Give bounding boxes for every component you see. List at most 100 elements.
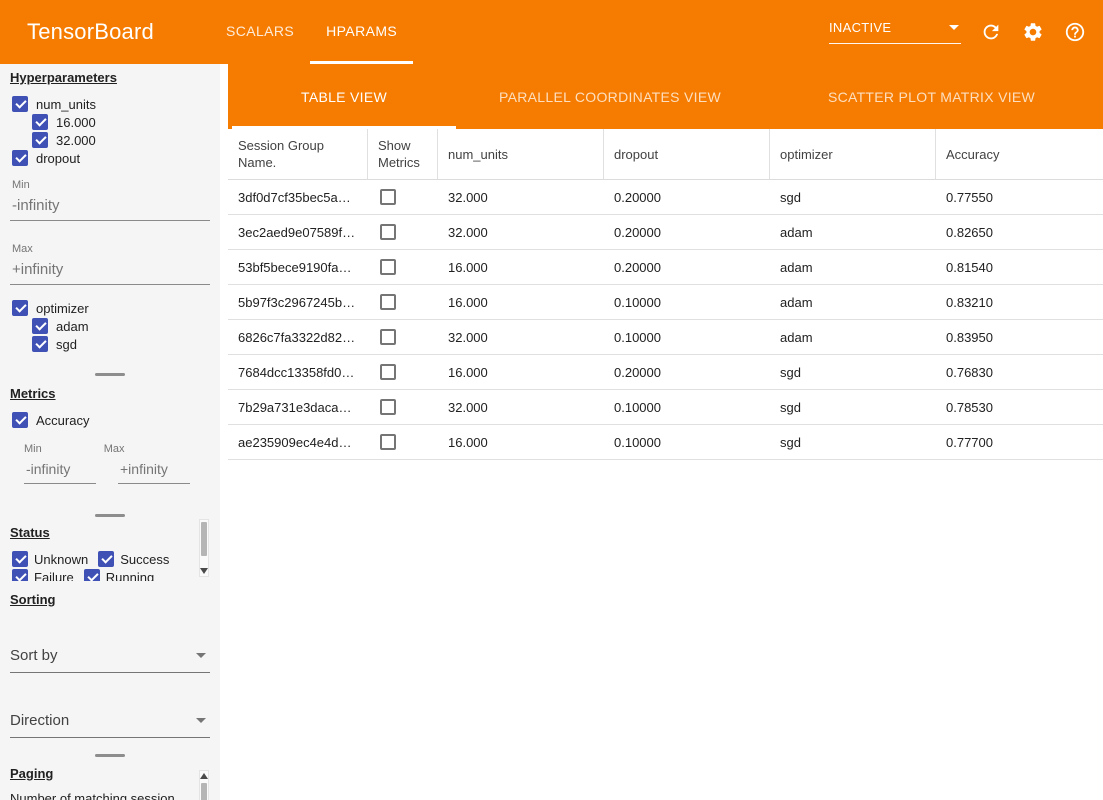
dropout-cell: 0.20000 xyxy=(604,215,770,249)
show-metrics-checkbox[interactable] xyxy=(380,189,396,205)
checkbox-num-units[interactable]: num_units xyxy=(12,95,220,113)
sort-by-dropdown[interactable]: Sort by xyxy=(10,647,210,673)
resize-handle[interactable] xyxy=(95,373,125,376)
top-tabs: SCALARS HPARAMS xyxy=(210,0,413,64)
show-metrics-checkbox[interactable] xyxy=(380,399,396,415)
checkbox-status-unknown[interactable]: Unknown xyxy=(12,550,88,568)
accuracy-cell: 0.77550 xyxy=(936,180,1103,214)
dropout-cell: 0.10000 xyxy=(604,285,770,319)
settings-icon[interactable] xyxy=(1021,20,1045,44)
status-scrollbar[interactable] xyxy=(199,519,209,577)
session-name-cell: 5b97f3c2967245b… xyxy=(228,285,368,319)
show-metrics-cell xyxy=(368,320,438,354)
checkbox-optimizer-sgd[interactable]: sgd xyxy=(32,335,220,353)
paging-heading: Paging xyxy=(10,766,220,781)
show-metrics-checkbox[interactable] xyxy=(380,364,396,380)
resize-handle[interactable] xyxy=(95,754,125,757)
scroll-down-arrow-icon[interactable] xyxy=(200,568,208,574)
show-metrics-cell xyxy=(368,215,438,249)
show-metrics-cell xyxy=(368,355,438,389)
checkbox-status-running[interactable]: Running xyxy=(84,568,154,581)
checked-checkbox-icon xyxy=(32,114,48,130)
dropout-min-input[interactable] xyxy=(10,195,210,221)
scroll-up-arrow-icon[interactable] xyxy=(200,773,208,779)
dropout-cell: 0.10000 xyxy=(604,390,770,424)
checkbox-label: sgd xyxy=(56,337,77,352)
metric-max-input[interactable] xyxy=(118,459,190,484)
show-metrics-checkbox[interactable] xyxy=(380,434,396,450)
checked-checkbox-icon xyxy=(12,150,28,166)
scrollbar-thumb[interactable] xyxy=(201,783,207,800)
optimizer-cell: adam xyxy=(770,320,936,354)
checkbox-status-success[interactable]: Success xyxy=(98,550,169,568)
show-metrics-checkbox[interactable] xyxy=(380,329,396,345)
checkbox-num-units-32[interactable]: 32.000 xyxy=(32,131,220,149)
checked-checkbox-icon xyxy=(12,412,28,428)
direction-dropdown[interactable]: Direction xyxy=(10,712,210,738)
metric-min-input[interactable] xyxy=(24,459,96,484)
sort-by-label: Sort by xyxy=(10,647,58,664)
checked-checkbox-icon xyxy=(12,300,28,316)
checked-checkbox-icon xyxy=(98,551,114,567)
metric-min-label: Min xyxy=(24,443,42,455)
checkbox-status-failure[interactable]: Failure xyxy=(12,568,74,581)
hparams-view-tabs: TABLE VIEW PARALLEL COORDINATES VIEW SCA… xyxy=(228,64,1103,129)
chevron-down-icon xyxy=(196,653,206,658)
show-metrics-checkbox[interactable] xyxy=(380,294,396,310)
tab-parallel-coordinates-view[interactable]: PARALLEL COORDINATES VIEW xyxy=(460,64,760,129)
optimizer-cell: sgd xyxy=(770,355,936,389)
dropout-min-label: Min xyxy=(12,179,220,191)
checkbox-label: adam xyxy=(56,319,89,334)
accuracy-cell: 0.78530 xyxy=(936,390,1103,424)
optimizer-cell: adam xyxy=(770,250,936,284)
checkbox-optimizer[interactable]: optimizer xyxy=(12,299,220,317)
tab-hparams[interactable]: HPARAMS xyxy=(310,0,413,64)
table-row: 5b97f3c2967245b… 16.000 0.10000 adam 0.8… xyxy=(228,285,1103,320)
scrollbar-thumb[interactable] xyxy=(201,522,207,556)
tab-table-view[interactable]: TABLE VIEW xyxy=(228,64,460,129)
hparams-sidebar: Hyperparameters num_units 16.000 32.000 … xyxy=(0,64,220,800)
paging-scrollbar[interactable] xyxy=(199,770,209,800)
top-app-bar: TensorBoard SCALARS HPARAMS INACTIVE xyxy=(0,0,1103,64)
checkbox-label: Running xyxy=(106,570,154,582)
show-metrics-cell xyxy=(368,425,438,459)
run-status-select[interactable]: INACTIVE xyxy=(829,20,961,44)
session-name-cell: ae235909ec4e4d… xyxy=(228,425,368,459)
checkbox-label: Failure xyxy=(34,570,74,582)
run-status-value: INACTIVE xyxy=(829,20,891,35)
checked-checkbox-icon xyxy=(12,569,28,581)
refresh-icon[interactable] xyxy=(979,20,1003,44)
topbar-actions: INACTIVE xyxy=(829,0,1087,64)
show-metrics-checkbox[interactable] xyxy=(380,224,396,240)
checked-checkbox-icon xyxy=(32,336,48,352)
checkbox-dropout[interactable]: dropout xyxy=(12,149,220,167)
hparams-main-panel: TABLE VIEW PARALLEL COORDINATES VIEW SCA… xyxy=(228,64,1103,800)
col-header-accuracy: Accuracy xyxy=(936,129,1103,179)
table-row: 3ec2aed9e07589f… 32.000 0.20000 adam 0.8… xyxy=(228,215,1103,250)
col-header-dropout: dropout xyxy=(604,129,770,179)
table-row: 3df0d7cf35bec5a… 32.000 0.20000 sgd 0.77… xyxy=(228,180,1103,215)
num-units-cell: 16.000 xyxy=(438,285,604,319)
checkbox-label: num_units xyxy=(36,97,96,112)
help-icon[interactable] xyxy=(1063,20,1087,44)
col-header-session-group-name: Session Group Name. xyxy=(228,129,368,179)
tab-scalars[interactable]: SCALARS xyxy=(210,0,310,64)
checkbox-label: Success xyxy=(120,552,169,567)
table-row: 7b29a731e3daca… 32.000 0.10000 sgd 0.785… xyxy=(228,390,1103,425)
dropout-max-input[interactable] xyxy=(10,259,210,285)
checkbox-num-units-16[interactable]: 16.000 xyxy=(32,113,220,131)
col-header-show-metrics: Show Metrics xyxy=(368,129,438,179)
session-name-cell: 7b29a731e3daca… xyxy=(228,390,368,424)
show-metrics-checkbox[interactable] xyxy=(380,259,396,275)
checked-checkbox-icon xyxy=(84,569,100,581)
checkbox-optimizer-adam[interactable]: adam xyxy=(32,317,220,335)
dropout-max-label: Max xyxy=(12,243,220,255)
dropout-cell: 0.20000 xyxy=(604,250,770,284)
optimizer-cell: adam xyxy=(770,285,936,319)
num-units-cell: 16.000 xyxy=(438,425,604,459)
optimizer-cell: sgd xyxy=(770,180,936,214)
checkbox-accuracy[interactable]: Accuracy xyxy=(12,411,220,429)
tab-scatter-plot-matrix-view[interactable]: SCATTER PLOT MATRIX VIEW xyxy=(760,64,1103,129)
col-header-optimizer: optimizer xyxy=(770,129,936,179)
metrics-heading: Metrics xyxy=(10,386,220,401)
